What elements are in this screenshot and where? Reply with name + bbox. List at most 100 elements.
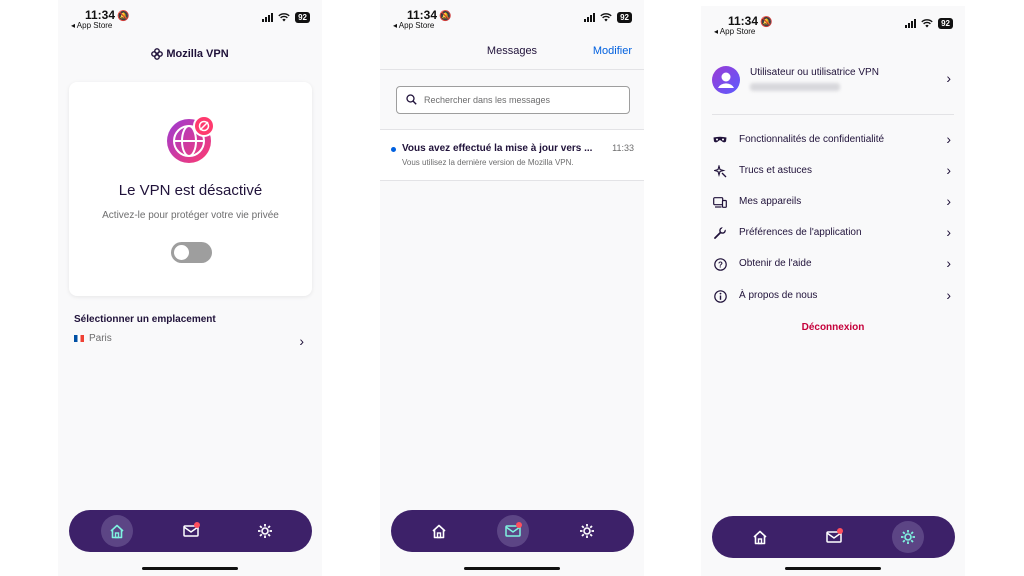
user-email-redacted bbox=[750, 83, 840, 91]
chevron-right-icon: › bbox=[946, 70, 951, 86]
home-indicator bbox=[785, 567, 881, 570]
profile-divider bbox=[712, 114, 954, 115]
bottom-nav bbox=[712, 516, 955, 558]
messages-screen: 11:34 🔕 ◂ App Store 92 Messages Modifier … bbox=[380, 0, 644, 576]
bottom-nav bbox=[391, 510, 634, 552]
vpn-status-subtitle: Activez-le pour protéger votre vie privé… bbox=[102, 210, 279, 221]
devices-icon bbox=[713, 195, 727, 209]
wifi-icon bbox=[278, 13, 290, 22]
search-box[interactable] bbox=[396, 86, 630, 114]
vpn-status-title: Le VPN est désactivé bbox=[118, 182, 263, 199]
menu-label: Préférences de l'application bbox=[739, 227, 862, 238]
nav-settings-button[interactable] bbox=[249, 515, 281, 547]
nav-home-button[interactable] bbox=[101, 515, 133, 547]
status-icons: 92 bbox=[584, 12, 632, 23]
signal-icon bbox=[905, 19, 917, 28]
vpn-toggle[interactable] bbox=[171, 242, 212, 263]
message-item[interactable]: Vous avez effectué la mise à jour vers .… bbox=[380, 130, 644, 180]
signal-icon bbox=[262, 13, 274, 22]
chevron-right-icon: › bbox=[946, 131, 951, 147]
menu-label: Trucs et astuces bbox=[739, 165, 812, 176]
home-indicator bbox=[464, 567, 560, 570]
gear-icon bbox=[580, 524, 594, 538]
bottom-nav bbox=[69, 510, 312, 552]
menu-label: Obtenir de l'aide bbox=[739, 258, 812, 269]
list-divider bbox=[380, 180, 644, 181]
gear-icon bbox=[901, 530, 915, 544]
menu-label: Fonctionnalités de confidentialité bbox=[739, 134, 885, 145]
back-to-app-store[interactable]: ◂ App Store bbox=[71, 21, 112, 30]
menu-label: À propos de nous bbox=[739, 290, 818, 301]
chevron-right-icon: › bbox=[946, 224, 951, 240]
bell-mute-icon: 🔕 bbox=[760, 17, 773, 28]
app-brand: Mozilla VPN bbox=[58, 48, 322, 60]
status-time: 11:34 🔕 bbox=[728, 14, 773, 28]
chevron-right-icon: › bbox=[946, 255, 951, 271]
messages-header: Messages Modifier bbox=[380, 44, 644, 70]
back-to-app-store[interactable]: ◂ App Store bbox=[714, 27, 755, 36]
menu-item-about[interactable]: À propos de nous › bbox=[701, 286, 965, 308]
status-bar: 11:34 🔕 ◂ App Store 92 bbox=[58, 0, 322, 34]
battery-indicator: 92 bbox=[295, 12, 310, 23]
chevron-right-icon: › bbox=[946, 162, 951, 178]
status-icons: 92 bbox=[262, 12, 310, 23]
mozilla-vpn-logo-icon bbox=[151, 48, 164, 60]
info-icon bbox=[713, 289, 727, 303]
location-section-title: Sélectionner un emplacement bbox=[74, 314, 216, 325]
vpn-status-card: Le VPN est désactivé Activez-le pour pro… bbox=[69, 82, 312, 296]
signal-icon bbox=[584, 13, 596, 22]
menu-label: Mes appareils bbox=[739, 196, 802, 207]
unread-badge bbox=[837, 528, 843, 534]
chevron-right-icon: › bbox=[946, 287, 951, 303]
status-icons: 92 bbox=[905, 18, 953, 29]
help-icon: ? bbox=[713, 257, 727, 271]
toggle-knob bbox=[174, 245, 189, 260]
wrench-icon bbox=[713, 226, 727, 240]
header-divider bbox=[380, 69, 644, 70]
nav-home-button[interactable] bbox=[423, 515, 455, 547]
svg-text:?: ? bbox=[718, 260, 723, 269]
message-time: 11:33 bbox=[612, 143, 634, 153]
nav-messages-button[interactable] bbox=[818, 521, 850, 553]
vpn-globe-off-icon bbox=[167, 115, 215, 163]
nav-settings-button[interactable] bbox=[892, 521, 924, 553]
back-to-app-store[interactable]: ◂ App Store bbox=[393, 21, 434, 30]
chevron-right-icon: › bbox=[299, 333, 304, 349]
home-icon bbox=[432, 524, 446, 538]
avatar-icon bbox=[712, 66, 740, 94]
nav-home-button[interactable] bbox=[744, 521, 776, 553]
home-screen: 11:34 🔕 ◂ App Store 92 Mozilla VPN Le VPN… bbox=[58, 0, 322, 576]
bell-mute-icon: 🔕 bbox=[117, 11, 130, 22]
menu-item-devices[interactable]: Mes appareils › bbox=[701, 192, 965, 214]
home-icon bbox=[753, 530, 767, 544]
edit-button[interactable]: Modifier bbox=[593, 45, 632, 57]
logout-button[interactable]: Déconnexion bbox=[701, 322, 965, 333]
search-input[interactable] bbox=[424, 91, 620, 108]
sparkle-icon bbox=[713, 164, 727, 178]
battery-indicator: 92 bbox=[617, 12, 632, 23]
status-bar: 11:34 🔕 ◂ App Store 92 bbox=[380, 0, 644, 34]
nav-messages-button[interactable] bbox=[175, 515, 207, 547]
unread-dot bbox=[391, 147, 396, 152]
menu-item-tips[interactable]: Trucs et astuces › bbox=[701, 161, 965, 183]
profile-row[interactable]: Utilisateur ou utilisatrice VPN › bbox=[701, 58, 965, 108]
status-time: 11:34 🔕 bbox=[407, 8, 452, 22]
nav-messages-button[interactable] bbox=[497, 515, 529, 547]
menu-item-help[interactable]: ? Obtenir de l'aide › bbox=[701, 254, 965, 276]
chevron-right-icon: › bbox=[946, 193, 951, 209]
nav-settings-button[interactable] bbox=[571, 515, 603, 547]
unread-badge bbox=[516, 522, 522, 528]
wifi-icon bbox=[600, 13, 612, 22]
message-title: Vous avez effectué la mise à jour vers .… bbox=[402, 143, 593, 154]
home-indicator bbox=[142, 567, 238, 570]
bell-mute-icon: 🔕 bbox=[439, 11, 452, 22]
location-value: Paris bbox=[89, 333, 112, 344]
wifi-icon bbox=[921, 19, 933, 28]
message-preview: Vous utilisez la dernière version de Moz… bbox=[402, 158, 574, 167]
status-bar: 11:34 🔕 ◂ App Store 92 bbox=[701, 6, 965, 40]
search-icon bbox=[406, 94, 417, 105]
menu-item-preferences[interactable]: Préférences de l'application › bbox=[701, 223, 965, 245]
location-selector[interactable]: Paris › bbox=[74, 333, 304, 349]
menu-item-privacy[interactable]: Fonctionnalités de confidentialité › bbox=[701, 130, 965, 152]
settings-screen: 11:34 🔕 ◂ App Store 92 Utilisateur ou uti… bbox=[701, 6, 965, 576]
